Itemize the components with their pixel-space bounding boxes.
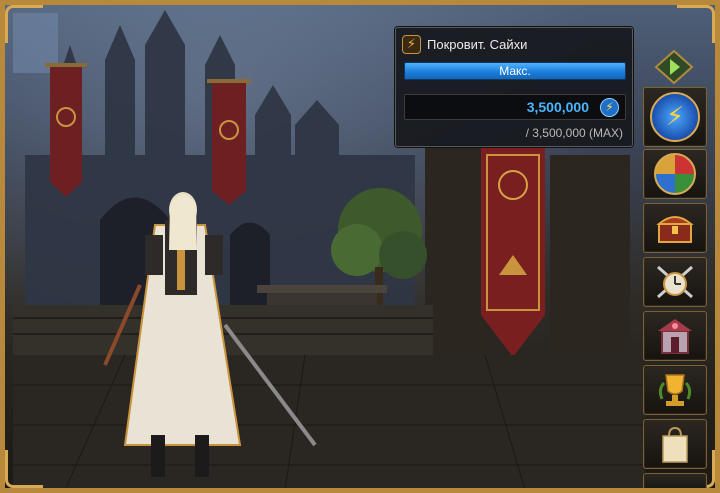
more-menu-button[interactable] <box>643 473 707 488</box>
value-box: 3,500,000 ⚡ <box>404 94 626 120</box>
game-frame: ⚡ Покровит. Сайхи Макс. 3,500,000 ⚡ / 3,… <box>0 0 720 493</box>
treasure-chest-icon <box>656 216 694 243</box>
arrow-nav-button[interactable] <box>653 49 695 85</box>
arrow-nav-icon <box>654 49 694 85</box>
patron-info-panel: ⚡ Покровит. Сайхи Макс. 3,500,000 ⚡ / 3,… <box>395 27 633 147</box>
lightning-icon: ⚡ <box>650 92 700 142</box>
panel-header: ⚡ Покровит. Сайхи <box>402 35 527 54</box>
elements-icon <box>654 153 696 195</box>
shopping-bag-icon <box>662 426 688 463</box>
lightning-icon: ⚡ <box>402 35 421 54</box>
side-menu: ⚡ <box>641 27 709 488</box>
shrine-button[interactable] <box>643 311 707 361</box>
treasure-chest-button[interactable] <box>643 203 707 253</box>
panel-title: Покровит. Сайхи <box>427 37 528 52</box>
max-value: / 3,500,000 (MAX) <box>525 126 623 140</box>
lightning-button[interactable]: ⚡ <box>643 87 707 147</box>
crossed-swords-clock-icon <box>657 265 693 299</box>
current-value: 3,500,000 <box>526 99 589 115</box>
shopping-bag-button[interactable] <box>643 419 707 469</box>
shrine-icon <box>658 319 692 354</box>
progress-bar: Макс. <box>404 62 626 80</box>
frame-corner-bottom-left <box>5 450 43 488</box>
frame-corner-top-left <box>5 5 43 43</box>
trophy-button[interactable] <box>643 365 707 415</box>
crossed-swords-clock-button[interactable] <box>643 257 707 307</box>
elements-button[interactable] <box>643 149 707 199</box>
progress-bar-label: Макс. <box>499 64 531 78</box>
trophy-icon <box>658 374 692 406</box>
lightning-coin-icon: ⚡ <box>600 98 619 117</box>
